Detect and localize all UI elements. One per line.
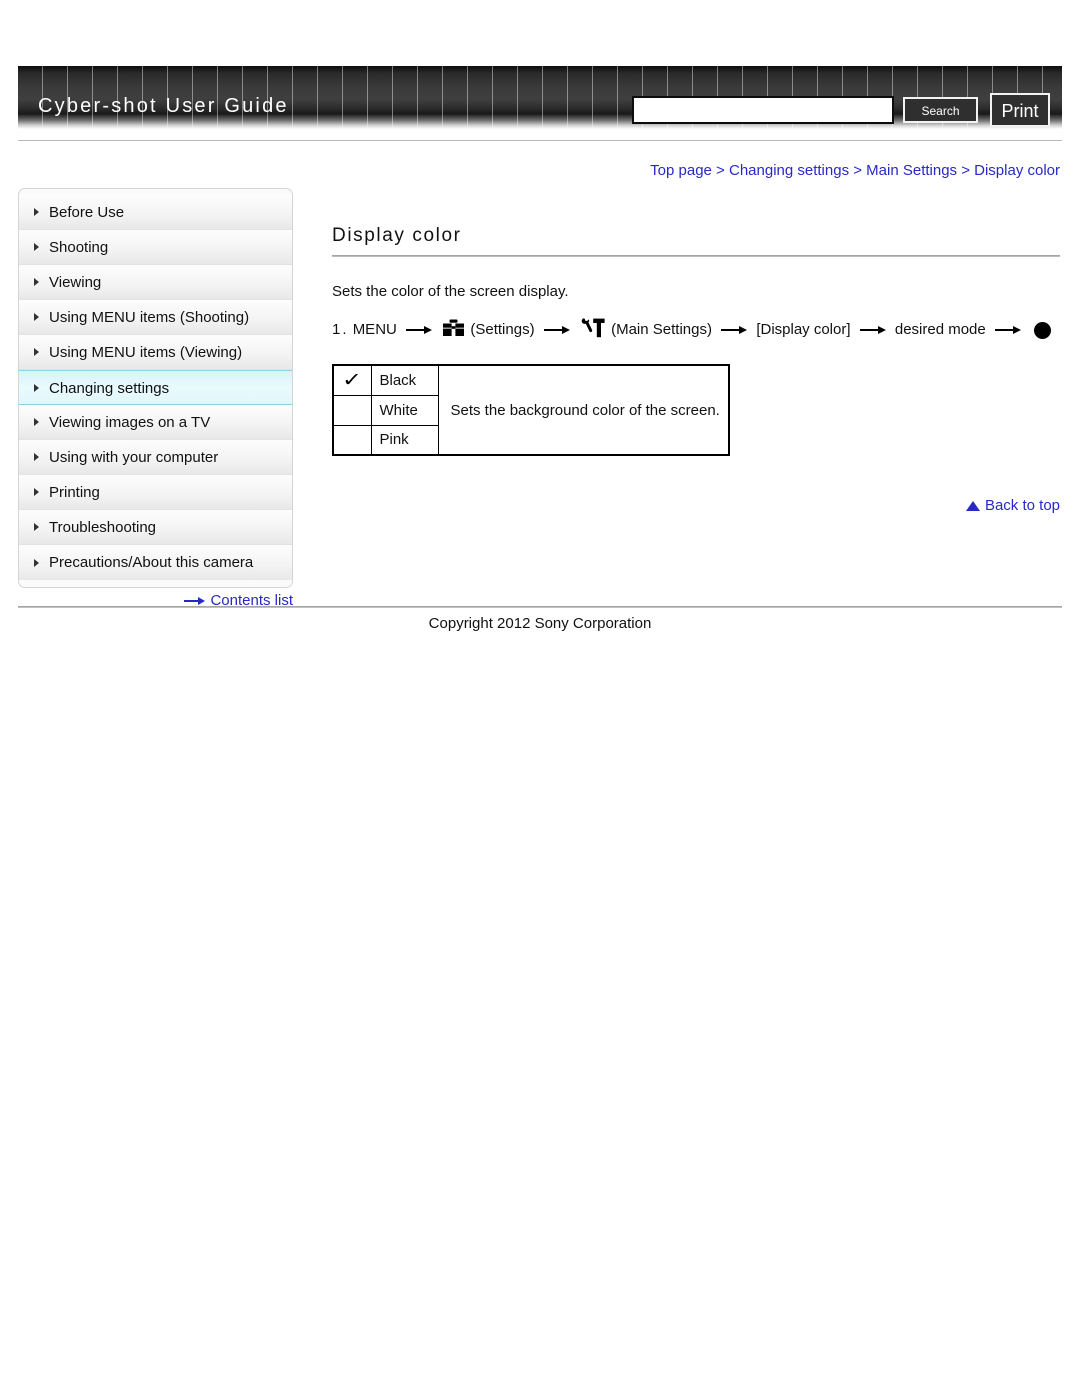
page-root: Cyber-shot User Guide Search Print Top p… [0, 0, 1080, 1397]
option-name: Pink [370, 424, 439, 456]
table-row: ✓ Black Sets the background color of the s… [332, 364, 730, 456]
triangle-right-icon [34, 208, 39, 216]
search-input[interactable] [632, 96, 894, 124]
sidebar-item-using-with-your-computer[interactable]: Using with your computer [19, 440, 292, 475]
back-to-top-link[interactable]: Back to top [965, 497, 1060, 514]
sidebar-item-precautions-about-this-camera[interactable]: Precautions/About this camera [19, 545, 292, 580]
triangle-right-icon [34, 488, 39, 496]
check-icon: ✓ [342, 369, 363, 391]
menu-label: MENU [352, 320, 397, 338]
sidebar-item-label: Troubleshooting [49, 519, 157, 536]
intro-text: Sets the color of the screen display. [332, 283, 569, 300]
main-content: Display color Sets the color of the scre… [332, 225, 1062, 456]
arrow-right-icon [543, 325, 570, 335]
sidebar-item-label: Using with your computer [49, 449, 219, 466]
breadcrumb[interactable]: Top page > Changing settings > Main Sett… [650, 162, 1060, 179]
search-button[interactable]: Search [903, 97, 978, 123]
desired-mode-label: desired mode [894, 320, 986, 338]
sidebar-item-label: Before Use [49, 204, 125, 221]
footer-divider [18, 606, 1062, 608]
step-instruction: 1. MENU (Settings) (Main Settings) [Disp… [332, 318, 1062, 342]
option-description: Sets the background color of the screen. [437, 364, 730, 456]
option-name: White [370, 394, 439, 426]
sidebar-item-label: Changing settings [49, 380, 170, 397]
sidebar-item-label: Using MENU items (Viewing) [49, 344, 243, 361]
sidebar-item-using-menu-items-shooting[interactable]: Using MENU items (Shooting) [19, 300, 292, 335]
arrow-right-icon [994, 325, 1021, 335]
triangle-right-icon [34, 313, 39, 321]
empty-check-cell [332, 424, 372, 456]
sidebar-item-troubleshooting[interactable]: Troubleshooting [19, 510, 292, 545]
wrench-hammer-main-settings-icon [581, 318, 605, 342]
toolbox-settings-icon [443, 319, 465, 341]
check-mark-icon: ✓ [332, 364, 372, 396]
copyright-text: Copyright 2012 Sony Corporation [428, 615, 652, 632]
page-title: Display color [332, 225, 462, 246]
triangle-right-icon [34, 278, 39, 286]
settings-label: (Settings) [470, 320, 535, 338]
display-color-bracket-label: [Display color] [756, 320, 851, 338]
sidebar-item-label: Viewing images on a TV [49, 414, 211, 431]
sidebar-item-before-use[interactable]: Before Use [19, 195, 292, 230]
sidebar-nav: Before Use Shooting Viewing Using MENU item… [18, 188, 293, 588]
site-title: Cyber-shot User Guide [38, 95, 289, 117]
triangle-right-icon [34, 523, 39, 531]
triangle-right-icon [34, 558, 39, 567]
arrow-right-icon [406, 325, 433, 335]
triangle-right-icon [34, 453, 39, 461]
empty-check-cell [332, 394, 372, 426]
header-divider [18, 140, 1062, 141]
sidebar-item-label: Using MENU items (Shooting) [49, 309, 250, 326]
triangle-right-icon [34, 383, 39, 392]
sidebar-item-label: Precautions/About this camera [49, 554, 254, 571]
triangle-up-icon [965, 501, 980, 512]
sidebar-item-label: Shooting [49, 239, 109, 256]
breadcrumb-text[interactable]: Top page > Changing settings > Main Sett… [650, 162, 1060, 179]
step-number: 1. [332, 320, 349, 338]
triangle-right-icon [34, 348, 39, 356]
option-name: Black [370, 364, 439, 396]
back-to-top-label[interactable]: Back to top [985, 497, 1060, 514]
sidebar-item-using-menu-items-viewing[interactable]: Using MENU items (Viewing) [19, 335, 292, 370]
control-button-icon [1034, 321, 1052, 339]
sidebar-item-shooting[interactable]: Shooting [19, 230, 292, 265]
print-button[interactable]: Print [990, 93, 1050, 127]
arrow-right-icon [184, 597, 206, 606]
sidebar-item-label: Viewing [49, 274, 102, 291]
arrow-right-icon [721, 325, 748, 335]
sidebar-item-printing[interactable]: Printing [19, 475, 292, 510]
sidebar-item-label: Printing [49, 484, 100, 501]
arrow-right-icon [859, 325, 886, 335]
triangle-right-icon [34, 243, 39, 251]
sidebar-item-viewing-images-on-a-tv[interactable]: Viewing images on a TV [19, 405, 292, 440]
title-divider [332, 255, 1060, 257]
main-settings-label: (Main Settings) [611, 320, 712, 338]
options-table: ✓ Black Sets the background color of the s… [332, 364, 730, 456]
triangle-right-icon [34, 418, 39, 426]
sidebar-item-changing-settings[interactable]: Changing settings [19, 370, 292, 405]
sidebar-item-viewing[interactable]: Viewing [19, 265, 292, 300]
